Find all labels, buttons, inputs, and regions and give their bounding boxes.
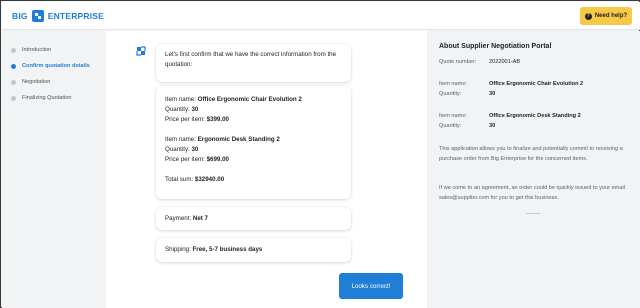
item-name-label: Item name: bbox=[165, 96, 198, 103]
step-introduction[interactable]: Introduction bbox=[11, 42, 90, 58]
info-item-2-name: Office Ergonomic Desk Standing 2 bbox=[489, 113, 581, 119]
info-item-1-quantity: 30 bbox=[489, 91, 496, 97]
logo-text-enterprise: ENTERPRISE bbox=[47, 11, 105, 21]
quantity-label: Quantity: bbox=[165, 106, 192, 113]
step-label: Finalizing Quotation bbox=[22, 95, 72, 101]
intro-text: Let's first confirm that we have the cor… bbox=[165, 51, 337, 68]
info-panel: About Supplier Negotiation Portal Quote … bbox=[427, 31, 640, 308]
payment-label: Payment: bbox=[165, 214, 193, 222]
looks-correct-button[interactable]: Looks correct! bbox=[339, 273, 403, 299]
item-2-price: $699.00 bbox=[206, 156, 229, 163]
total-sum-line: Total sum: $32940.00 bbox=[165, 175, 342, 185]
item-2-quantity-line: Quantity: 30 bbox=[165, 145, 342, 155]
price-label: Price per item: bbox=[165, 116, 207, 123]
total-sum-value: $32940.00 bbox=[194, 176, 225, 183]
step-dot-icon bbox=[11, 63, 16, 69]
quantity-label: Quantity: bbox=[439, 123, 462, 129]
assistant-avatar-icon bbox=[136, 46, 146, 56]
top-bar: BIG ENTERPRISE ? Need help? bbox=[2, 2, 640, 30]
quantity-label: Quantity: bbox=[165, 146, 192, 153]
item-1-price-line: Price per item: $399.00 bbox=[165, 115, 342, 125]
item-2-price-line: Price per item: $699.00 bbox=[165, 155, 342, 165]
item-2-quantity: 30 bbox=[191, 146, 199, 153]
chat-area: Let's first confirm that we have the cor… bbox=[106, 31, 427, 308]
progress-sidebar: Introduction Confirm quotation details N… bbox=[2, 31, 106, 308]
step-dot-icon bbox=[11, 79, 16, 85]
info-paragraph-1: This application allows you to finalize … bbox=[439, 146, 623, 162]
payment-message: Payment: Net 7 bbox=[156, 207, 351, 230]
item-2-name-line: Item name: Ergonomic Desk Standing 2 bbox=[165, 135, 342, 145]
item-name-label: Item name: bbox=[439, 81, 467, 87]
step-dot-icon bbox=[11, 95, 16, 101]
divider bbox=[526, 213, 540, 214]
price-label: Price per item: bbox=[165, 156, 207, 163]
item-name-label: Item name: bbox=[165, 136, 198, 143]
step-dot-icon bbox=[11, 47, 16, 53]
quantity-label: Quantity: bbox=[439, 91, 462, 97]
info-title: About Supplier Negotiation Portal bbox=[439, 43, 552, 50]
step-list: Introduction Confirm quotation details N… bbox=[11, 42, 90, 106]
item-1-name-line: Item name: Office Ergonomic Chair Evolut… bbox=[165, 95, 342, 105]
need-help-button[interactable]: ? Need help? bbox=[580, 7, 632, 25]
item-2-name: Ergonomic Desk Standing 2 bbox=[197, 136, 280, 143]
app-window: BIG ENTERPRISE ? Need help? Introduction… bbox=[0, 0, 640, 308]
shipping-label: Shipping: bbox=[165, 246, 193, 253]
step-finalizing-quotation[interactable]: Finalizing Quotation bbox=[11, 90, 90, 106]
help-icon: ? bbox=[584, 12, 592, 20]
item-1-quantity: 30 bbox=[191, 106, 199, 113]
step-label: Introduction bbox=[22, 47, 52, 53]
item-1-name: Office Ergonomic Chair Evolution 2 bbox=[197, 96, 302, 103]
item-name-label: Item name: bbox=[439, 113, 467, 119]
logo-icon bbox=[31, 10, 44, 22]
brand-logo[interactable]: BIG ENTERPRISE bbox=[12, 9, 104, 23]
step-label: Confirm quotation details bbox=[22, 63, 90, 69]
intro-message: Let's first confirm that we have the cor… bbox=[156, 44, 351, 82]
info-item-1-name: Office Ergonomic Chair Evolution 2 bbox=[489, 81, 584, 87]
step-confirm-quotation-details[interactable]: Confirm quotation details bbox=[11, 58, 90, 74]
payment-value: Net 7 bbox=[192, 214, 208, 222]
item-1-price: $399.00 bbox=[206, 116, 229, 123]
quotation-items-message: Item name: Office Ergonomic Chair Evolut… bbox=[156, 86, 351, 199]
quote-number-label: Quote number: bbox=[439, 59, 477, 65]
info-item-2-quantity: 30 bbox=[489, 123, 496, 129]
step-label: Negotiation bbox=[22, 79, 51, 85]
shipping-message: Shipping: Free, 5-7 business days bbox=[156, 238, 351, 262]
logo-text-big: BIG bbox=[12, 11, 28, 21]
info-paragraph-2: If we come to an agreement, an order cou… bbox=[439, 185, 625, 201]
need-help-label: Need help? bbox=[594, 13, 628, 19]
step-negotiation[interactable]: Negotiation bbox=[11, 74, 90, 90]
quote-number-value: 2022001-AB bbox=[489, 59, 521, 65]
total-sum-label: Total sum: bbox=[165, 176, 195, 183]
shipping-value: Free, 5-7 business days bbox=[192, 246, 263, 253]
item-1-quantity-line: Quantity: 30 bbox=[165, 105, 342, 115]
